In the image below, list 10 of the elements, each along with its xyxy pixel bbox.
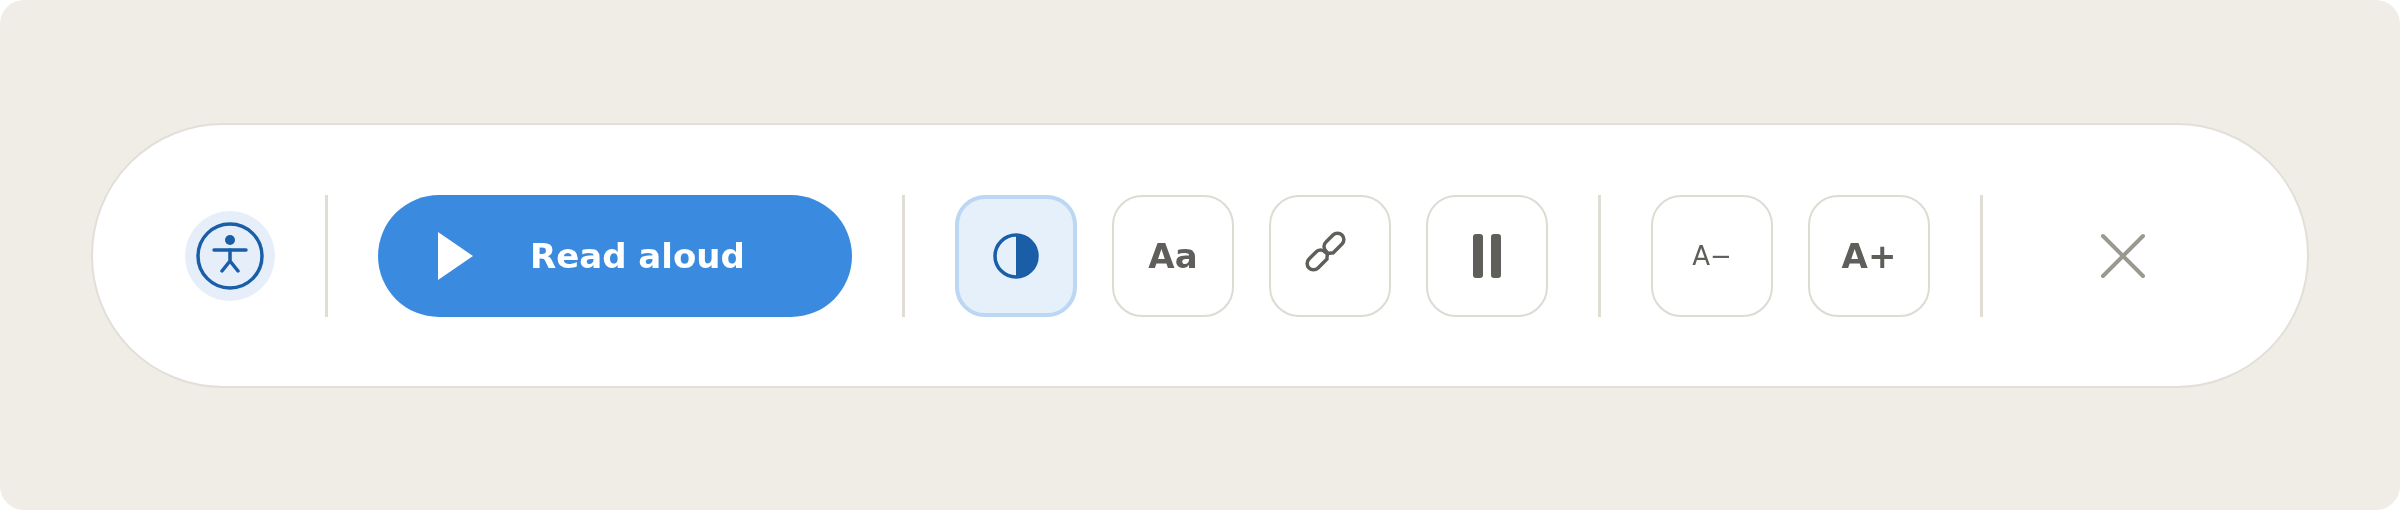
pause-button[interactable] bbox=[1426, 194, 1548, 317]
contrast-icon bbox=[992, 231, 1040, 280]
contrast-button[interactable] bbox=[955, 194, 1077, 317]
read-aloud-button[interactable]: Read aloud bbox=[378, 194, 852, 317]
decrease-text-button[interactable]: A− bbox=[1651, 194, 1773, 317]
font-button[interactable]: Aa bbox=[1112, 194, 1234, 317]
links-button[interactable] bbox=[1269, 194, 1391, 317]
play-icon bbox=[438, 231, 474, 280]
close-icon bbox=[2100, 232, 2146, 279]
increase-text-button[interactable]: A+ bbox=[1808, 194, 1930, 317]
